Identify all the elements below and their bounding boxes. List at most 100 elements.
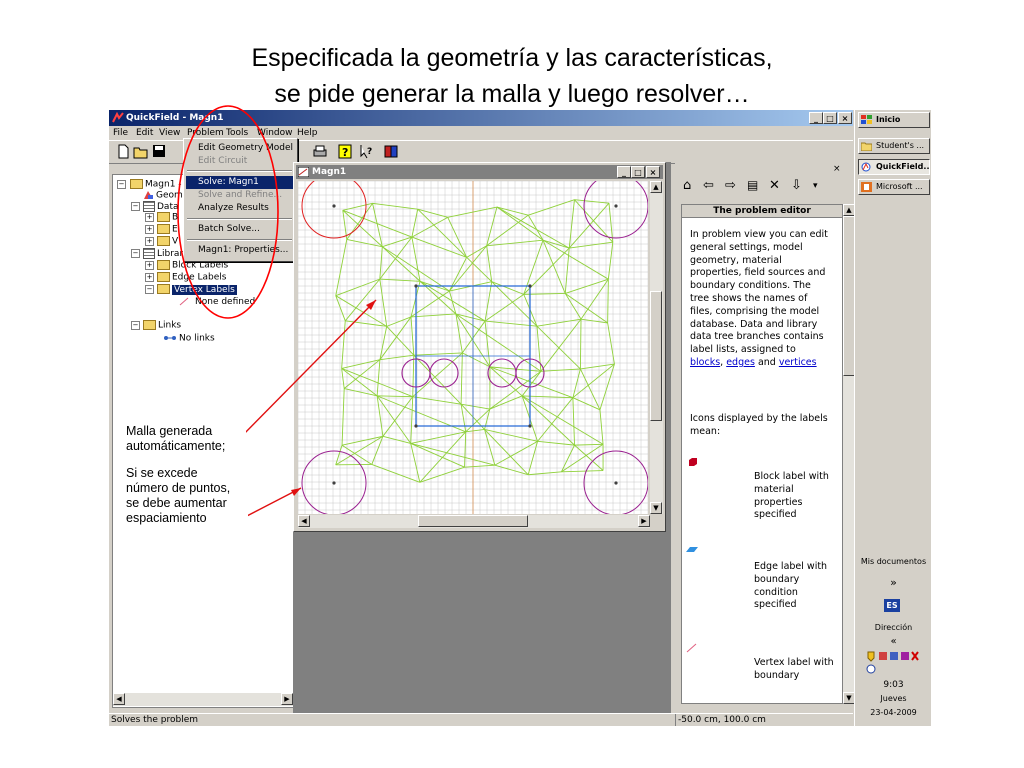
save-icon[interactable] bbox=[151, 144, 167, 159]
home-icon[interactable]: ⌂ bbox=[683, 178, 691, 193]
maximize-button[interactable]: □ bbox=[823, 112, 837, 124]
tree-item-root[interactable]: Magn1 - r bbox=[130, 179, 188, 190]
direccion-label[interactable]: Dirección bbox=[855, 623, 931, 632]
help-vertex-label: Vertex label with boundary bbox=[754, 657, 834, 681]
mis-documentos-label[interactable]: Mis documentos bbox=[855, 557, 931, 566]
menu-file[interactable]: File bbox=[113, 126, 128, 140]
problem-menu-dropdown: Edit Geometry Model Edit Circuit Solve: … bbox=[183, 138, 298, 262]
mesh-edge bbox=[341, 368, 345, 389]
download-icon[interactable]: ⇩ bbox=[791, 178, 802, 193]
help-close-icon[interactable]: × bbox=[833, 164, 847, 176]
corner-arc bbox=[583, 181, 648, 239]
taskbar-button-quickfield[interactable]: QuickField... bbox=[858, 159, 930, 175]
close-icon[interactable]: ✕ bbox=[769, 178, 780, 193]
minimize-button[interactable]: _ bbox=[809, 112, 823, 124]
mesh-edge bbox=[335, 295, 346, 321]
forward-icon[interactable]: ⇨ bbox=[725, 178, 736, 193]
link-vertices[interactable]: vertices bbox=[779, 357, 817, 368]
menu-item-analyze-results[interactable]: Analyze Results bbox=[186, 202, 293, 215]
book-icon[interactable] bbox=[383, 144, 399, 159]
open-icon[interactable] bbox=[133, 144, 149, 159]
mesh-edge bbox=[341, 444, 373, 465]
help-icons-intro: Icons displayed by the labels mean: bbox=[690, 413, 828, 437]
tree-expand-toggle[interactable]: + bbox=[145, 273, 154, 282]
link-edges[interactable]: edges bbox=[726, 357, 755, 368]
tree-collapse-toggle[interactable]: − bbox=[131, 249, 140, 258]
menu-view[interactable]: View bbox=[159, 126, 180, 140]
menu-item-edit-circuit[interactable]: Edit Circuit bbox=[186, 155, 293, 168]
vertex-label-icon bbox=[686, 643, 697, 653]
language-indicator[interactable]: ES bbox=[884, 599, 900, 612]
back-icon[interactable]: ⇦ bbox=[703, 178, 714, 193]
tree-item-edge-labels[interactable]: Edge Labels bbox=[157, 272, 226, 283]
mesh-drawing bbox=[298, 181, 648, 514]
menu-item-batch-solve[interactable]: Batch Solve... bbox=[186, 223, 293, 236]
link-blocks[interactable]: blocks bbox=[690, 357, 720, 368]
close-button[interactable]: × bbox=[838, 112, 852, 124]
taskbar-button-students[interactable]: Student's ... bbox=[858, 138, 930, 154]
tree-item-v[interactable]: V bbox=[157, 236, 178, 247]
app-icon bbox=[112, 112, 124, 123]
tree-hscrollbar[interactable]: ◀ ▶ bbox=[113, 693, 293, 706]
help-icon[interactable]: ? bbox=[337, 144, 353, 159]
tree-item-geom[interactable]: Geom bbox=[143, 190, 183, 201]
new-icon[interactable] bbox=[115, 144, 131, 159]
tree-collapse-toggle[interactable]: − bbox=[131, 202, 140, 211]
tree-item-vertex-labels[interactable]: Vertex Labels bbox=[157, 284, 237, 295]
canvas-vscrollbar[interactable]: ▲ ▼ bbox=[650, 181, 663, 514]
doc-maximize-button[interactable]: □ bbox=[631, 166, 645, 178]
menu-item-solve-refine[interactable]: Solve and Refine... bbox=[186, 189, 293, 202]
geometry-canvas[interactable] bbox=[298, 181, 648, 514]
quickfield-icon bbox=[861, 162, 871, 172]
tree-item-none-defined[interactable]: None defined bbox=[179, 297, 255, 308]
tree-item-e[interactable]: E bbox=[157, 224, 178, 235]
scroll-right-button[interactable]: ▶ bbox=[281, 693, 293, 705]
canvas-hscrollbar[interactable]: ◀ ▶ bbox=[298, 515, 650, 528]
menu-item-properties[interactable]: Magn1: Properties... bbox=[186, 244, 293, 257]
doc-minimize-button[interactable]: _ bbox=[617, 166, 631, 178]
scroll-down-button[interactable]: ▼ bbox=[650, 502, 662, 514]
context-help-icon[interactable]: ? bbox=[359, 144, 375, 159]
tree-collapse-toggle[interactable]: − bbox=[131, 321, 140, 330]
mesh-edge bbox=[568, 202, 610, 249]
menu-item-solve[interactable]: Solve: Magn1 bbox=[186, 176, 293, 189]
expand-chevron[interactable]: » bbox=[855, 576, 931, 589]
chevron-down-icon[interactable]: ▾ bbox=[813, 181, 818, 191]
tree-item-b[interactable]: B bbox=[157, 212, 178, 223]
edge-label-icon bbox=[686, 547, 698, 552]
tree-item-no-links[interactable]: No links bbox=[163, 333, 215, 344]
scroll-left-button[interactable]: ◀ bbox=[298, 515, 310, 527]
tree-expand-toggle[interactable]: + bbox=[145, 237, 154, 246]
tree-expand-toggle[interactable]: + bbox=[145, 213, 154, 222]
scroll-left-button[interactable]: ◀ bbox=[113, 693, 125, 705]
mesh-edge bbox=[372, 202, 418, 210]
mesh-edge bbox=[410, 316, 415, 356]
powerpoint-icon bbox=[861, 182, 872, 192]
slide-title-line2: se pide generar la malla y luego resolve… bbox=[274, 80, 750, 108]
mesh-edge bbox=[607, 279, 609, 323]
collapse-chevron[interactable]: « bbox=[855, 636, 931, 647]
vertex-point bbox=[414, 424, 418, 428]
scroll-thumb[interactable] bbox=[650, 291, 662, 421]
tree-collapse-toggle[interactable]: − bbox=[117, 180, 126, 189]
menu-help[interactable]: Help bbox=[297, 126, 318, 140]
tree-item-data[interactable]: Data bbox=[143, 201, 179, 212]
vertex-point bbox=[332, 481, 336, 485]
taskbar-button-microsoft[interactable]: Microsoft ... bbox=[858, 179, 930, 195]
scroll-right-button[interactable]: ▶ bbox=[638, 515, 650, 527]
doc-close-button[interactable]: × bbox=[646, 166, 660, 178]
print-icon[interactable] bbox=[312, 144, 328, 159]
start-button[interactable]: Inicio bbox=[858, 112, 930, 128]
tree-expand-toggle[interactable]: + bbox=[145, 261, 154, 270]
mesh-edge bbox=[411, 216, 448, 238]
menu-item-edit-geometry[interactable]: Edit Geometry Model bbox=[186, 142, 293, 155]
scroll-thumb[interactable] bbox=[418, 515, 528, 527]
scroll-up-button[interactable]: ▲ bbox=[650, 181, 662, 193]
print-icon[interactable]: ▤ bbox=[747, 178, 758, 192]
tree-item-links[interactable]: Links bbox=[143, 320, 181, 331]
mesh-edge bbox=[341, 435, 384, 446]
help-content: The problem editor In problem view you c… bbox=[681, 204, 843, 704]
tree-expand-toggle[interactable]: + bbox=[145, 225, 154, 234]
menu-edit[interactable]: Edit bbox=[136, 126, 153, 140]
tree-collapse-toggle[interactable]: − bbox=[145, 285, 154, 294]
